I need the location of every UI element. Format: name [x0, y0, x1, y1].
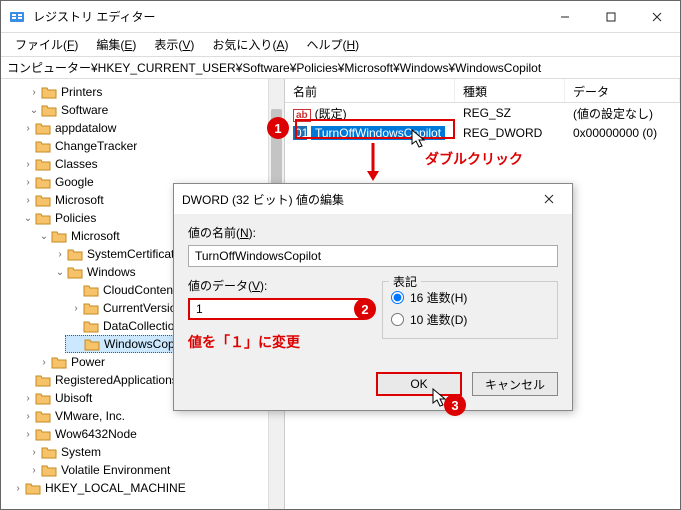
- menu-file[interactable]: ファイル(F): [7, 34, 86, 55]
- tree-item[interactable]: RegisteredApplications: [55, 373, 178, 387]
- tree-item[interactable]: Software: [61, 103, 108, 117]
- titlebar: レジストリ エディター: [1, 1, 680, 33]
- radio-hex-input[interactable]: [391, 291, 404, 304]
- close-button[interactable]: [634, 1, 680, 33]
- tree-item[interactable]: Microsoft: [55, 193, 104, 207]
- cancel-button[interactable]: キャンセル: [472, 372, 558, 396]
- tree-item[interactable]: CloudContent: [103, 283, 176, 297]
- menu-help[interactable]: ヘルプ(H): [298, 34, 367, 55]
- list-row[interactable]: ab(既定) REG_SZ (値の設定なし): [285, 103, 680, 123]
- menu-favorites[interactable]: お気に入り(A): [204, 34, 296, 55]
- base-legend: 表記: [389, 273, 421, 290]
- list-row-selected[interactable]: 011TurnOffWindowsCopilot REG_DWORD 0x000…: [285, 123, 680, 143]
- string-icon: ab: [293, 109, 311, 122]
- tree-item[interactable]: Wow6432Node: [55, 427, 137, 441]
- value-data-field[interactable]: [188, 298, 364, 320]
- minimize-button[interactable]: [542, 1, 588, 33]
- tree-item[interactable]: HKEY_LOCAL_MACHINE: [45, 481, 186, 495]
- value-name-field[interactable]: [188, 245, 558, 267]
- dword-icon: 011: [293, 126, 307, 140]
- address-bar[interactable]: コンピューター¥HKEY_CURRENT_USER¥Software¥Polic…: [1, 57, 680, 79]
- dialog-close-button[interactable]: [534, 184, 564, 214]
- tree-item[interactable]: Printers: [61, 85, 102, 99]
- tree-item[interactable]: CurrentVersion: [103, 301, 183, 315]
- maximize-button[interactable]: [588, 1, 634, 33]
- base-group: 表記 16 進数(H) 10 進数(D): [382, 281, 558, 339]
- tree-item[interactable]: Volatile Environment: [61, 463, 170, 477]
- tree-item[interactable]: ChangeTracker: [55, 139, 137, 153]
- menu-edit[interactable]: 編集(E): [88, 34, 144, 55]
- dialog-title: DWORD (32 ビット) 値の編集: [182, 191, 534, 208]
- col-name[interactable]: 名前: [285, 79, 455, 102]
- radio-dec-input[interactable]: [391, 313, 404, 326]
- radio-dec[interactable]: 10 進数(D): [391, 308, 549, 330]
- regedit-icon: [9, 9, 25, 25]
- tree-item[interactable]: Microsoft: [71, 229, 120, 243]
- value-data-label: 値のデータ(V):: [188, 277, 364, 294]
- tree-item[interactable]: Classes: [55, 157, 98, 171]
- col-type[interactable]: 種類: [455, 79, 565, 102]
- menubar: ファイル(F) 編集(E) 表示(V) お気に入り(A) ヘルプ(H): [1, 33, 680, 57]
- ok-button[interactable]: OK: [376, 372, 462, 396]
- tree-item[interactable]: VMware, Inc.: [55, 409, 125, 423]
- menu-view[interactable]: 表示(V): [146, 34, 202, 55]
- tree-item[interactable]: Windows: [87, 265, 136, 279]
- tree-item[interactable]: Policies: [55, 211, 96, 225]
- tree-item[interactable]: Power: [71, 355, 105, 369]
- svg-text:011: 011: [295, 126, 307, 140]
- tree-item[interactable]: System: [61, 445, 101, 459]
- window-title: レジストリ エディター: [33, 8, 542, 25]
- annotation-text-change: 値を「１」に変更: [188, 332, 364, 352]
- tree-item[interactable]: appdatalow: [55, 121, 116, 135]
- edit-dword-dialog: DWORD (32 ビット) 値の編集 値の名前(N): 値のデータ(V): 2…: [173, 183, 573, 411]
- list-header: 名前 種類 データ: [285, 79, 680, 103]
- tree-item[interactable]: Google: [55, 175, 94, 189]
- col-data[interactable]: データ: [565, 79, 680, 102]
- tree-item[interactable]: DataCollection: [103, 319, 181, 333]
- tree-item[interactable]: Ubisoft: [55, 391, 92, 405]
- value-name-label: 値の名前(N):: [188, 224, 558, 241]
